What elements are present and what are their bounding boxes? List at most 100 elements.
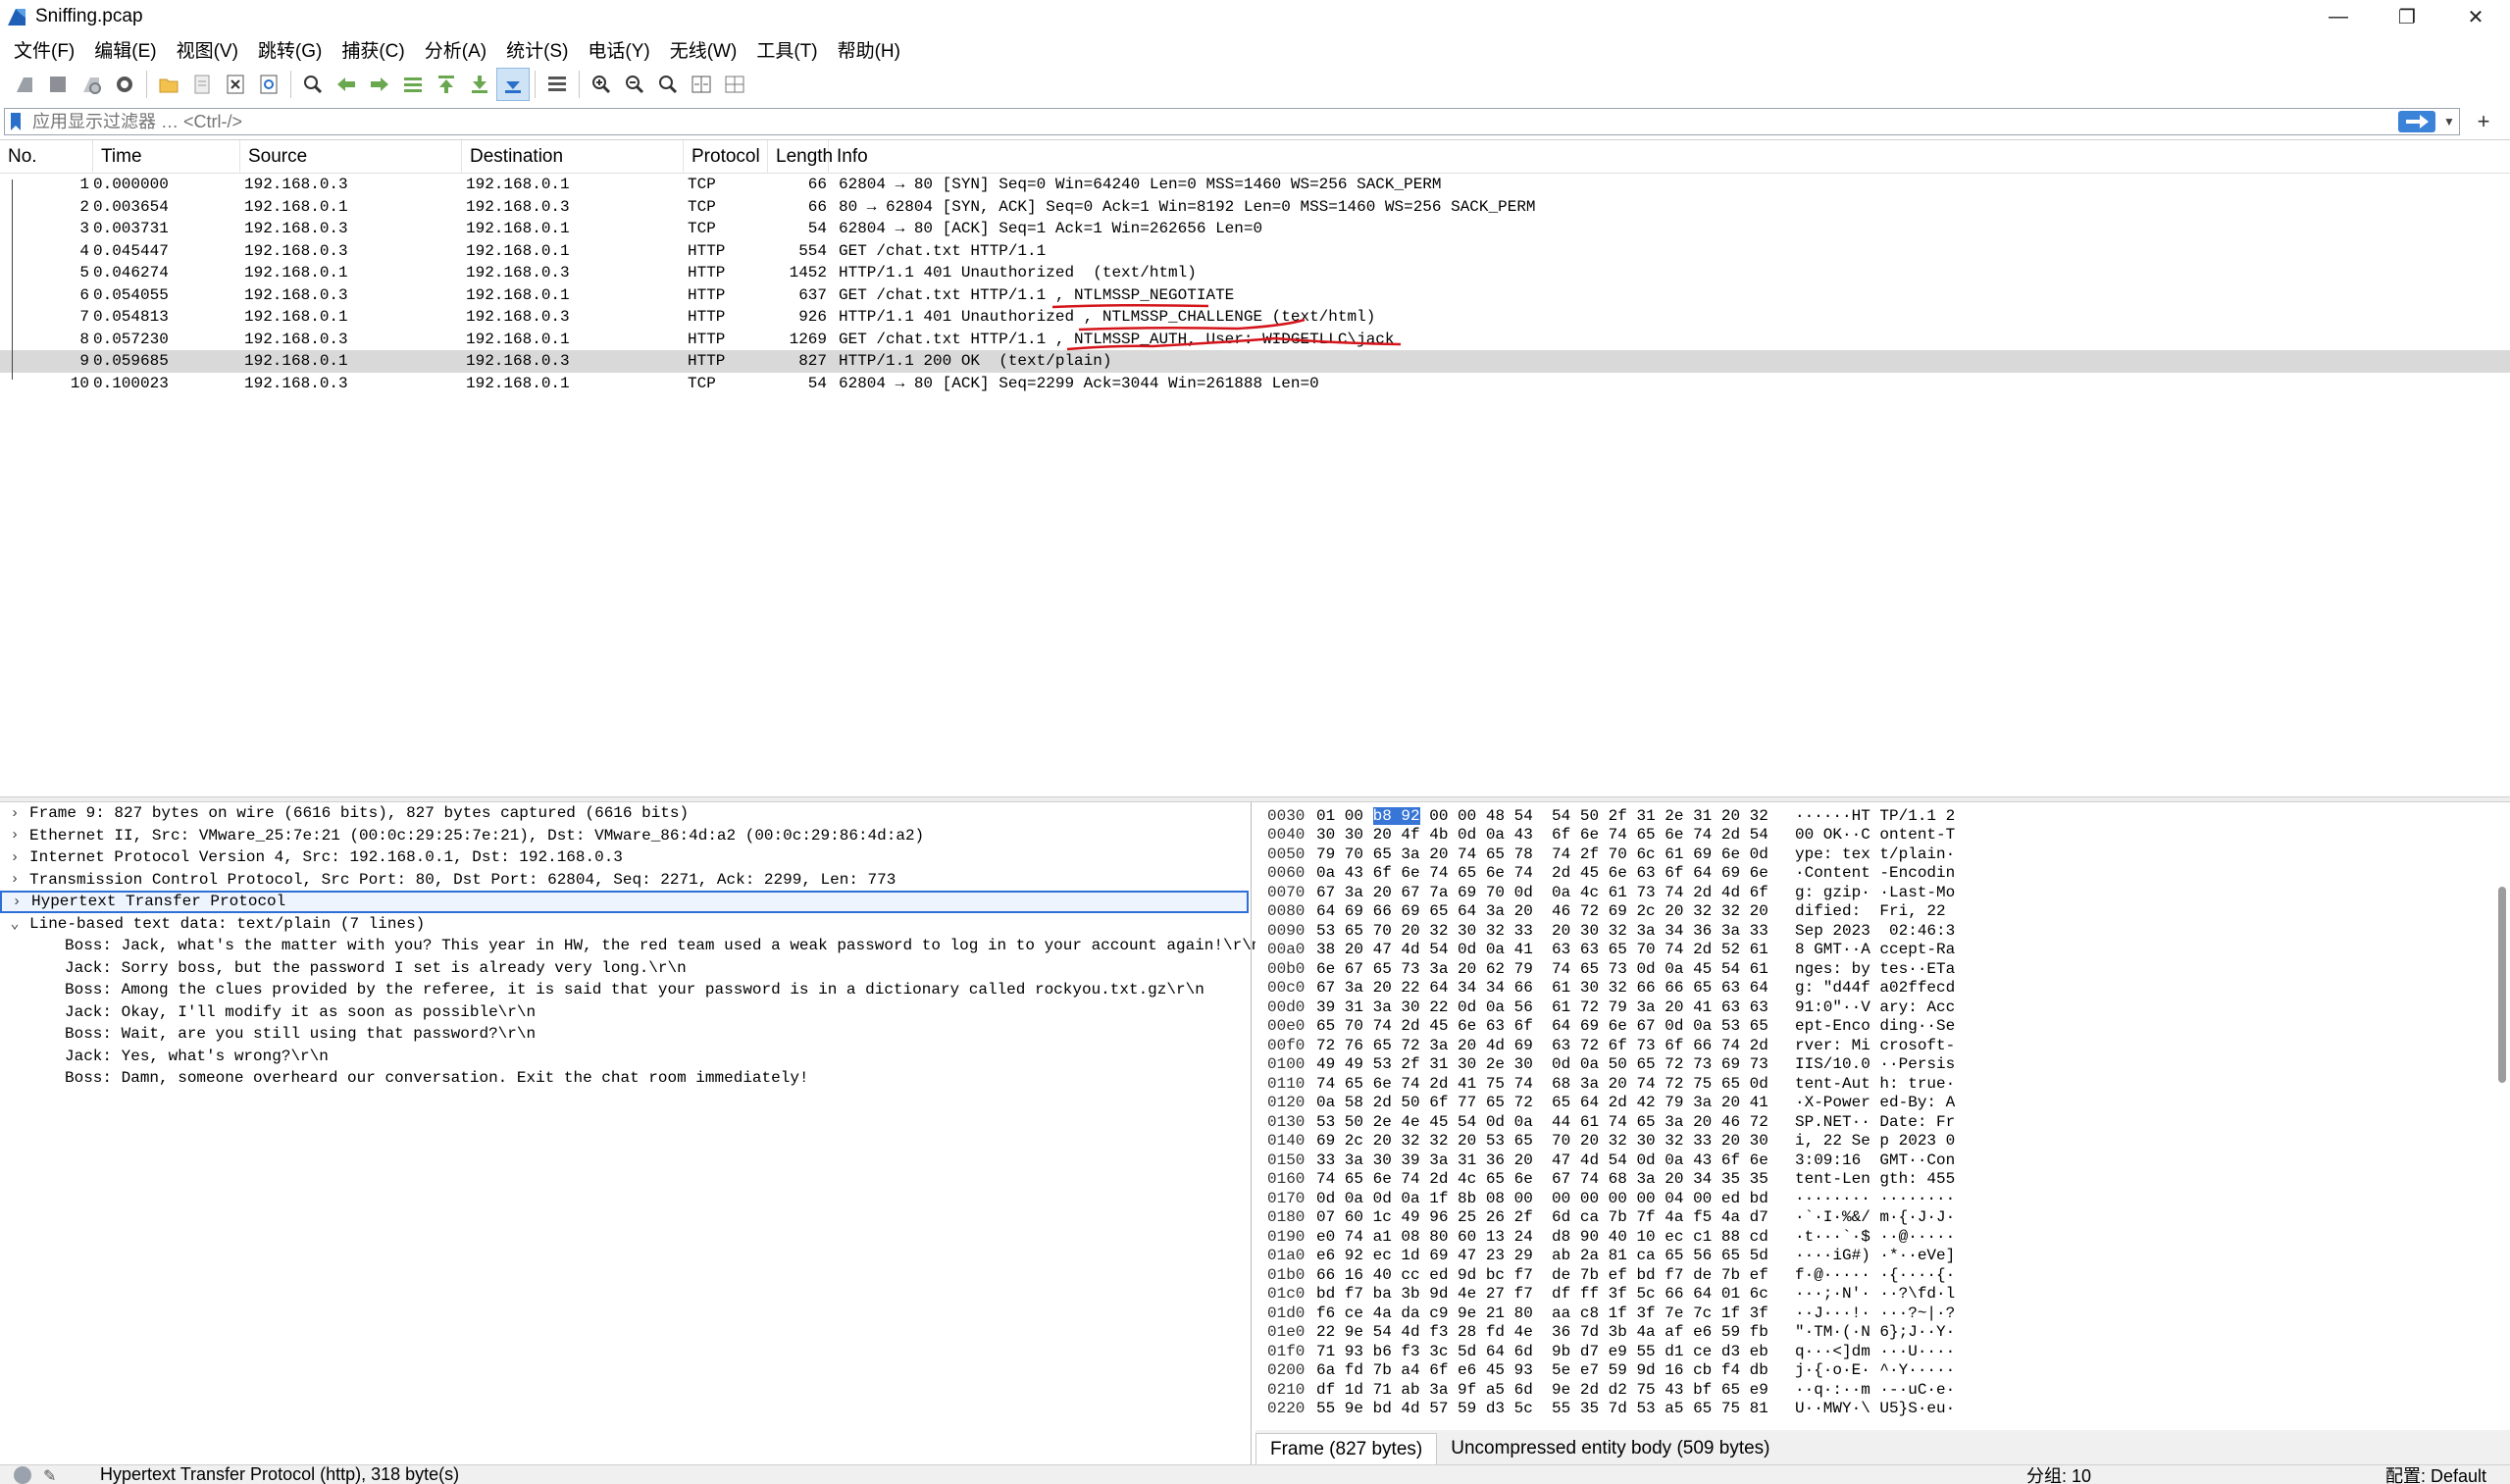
byte-row[interactable]: 0120 0a 58 2d 50 6f 77 65 72 65 64 2d 42 … <box>1255 1094 2510 1113</box>
detail-tcp[interactable]: › Transmission Control Protocol, Src Port… <box>0 869 1251 892</box>
packet-row[interactable]: 9 0.059685 192.168.0.1 192.168.0.3 HTTP 827 HT… <box>0 350 2510 373</box>
menu-analyze[interactable]: 分析(A) <box>417 36 498 63</box>
expand-chevron-right-icon[interactable]: › <box>0 849 29 866</box>
packet-row[interactable]: 10 0.100023 192.168.0.3 192.168.0.1 TCP 54 628… <box>0 373 2510 395</box>
packet-row[interactable]: 3 0.003731 192.168.0.3 192.168.0.1 TCP 54 6280… <box>0 218 2510 240</box>
go-last-packet-icon[interactable] <box>463 68 496 101</box>
status-profile[interactable]: 配置: Default <box>2385 1465 2486 1484</box>
byte-row[interactable]: 00a0 38 20 47 4d 54 0d 0a 41 63 63 65 70 … <box>1255 941 2510 960</box>
edit-comment-icon[interactable]: ✎ <box>43 1466 65 1484</box>
collapse-chevron-down-icon[interactable]: ⌄ <box>0 914 29 933</box>
packet-row[interactable]: 6 0.054055 192.168.0.3 192.168.0.1 HTTP 637 GE… <box>0 284 2510 307</box>
detail-ip[interactable]: › Internet Protocol Version 4, Src: 192.1… <box>0 846 1251 869</box>
byte-row[interactable]: 00e0 65 70 74 2d 45 6e 63 6f 64 69 6e 67 … <box>1255 1017 2510 1037</box>
text-line[interactable]: Jack: Sorry boss, but the password I set… <box>0 957 1251 980</box>
column-header-destination[interactable]: Destination <box>462 139 684 174</box>
capture-options-gear-icon[interactable] <box>108 68 141 101</box>
column-header-info[interactable]: Info <box>829 140 2510 174</box>
byte-row[interactable]: 0070 67 3a 20 67 7a 69 70 0d 0a 4c 61 73 … <box>1255 883 2510 902</box>
byte-row[interactable]: 00b0 6e 67 65 73 3a 20 62 79 74 65 73 0d … <box>1255 959 2510 979</box>
text-line[interactable]: Boss: Among the clues provided by the re… <box>0 979 1251 1001</box>
resize-columns-icon[interactable] <box>685 68 718 101</box>
byte-row[interactable]: 0030 01 00 b8 92 00 00 48 54 54 50 2f 31 … <box>1255 806 2510 826</box>
tab-uncompressed-body[interactable]: Uncompressed entity body (509 bytes) <box>1437 1433 1783 1464</box>
filter-bookmark-icon[interactable] <box>5 109 26 134</box>
byte-row[interactable]: 0140 69 2c 20 32 32 20 53 65 70 20 32 30 … <box>1255 1132 2510 1151</box>
byte-row[interactable]: 00d0 39 31 3a 30 22 0d 0a 56 61 72 79 3a … <box>1255 998 2510 1017</box>
byte-row[interactable]: 0060 0a 43 6f 6e 74 65 6e 74 2d 45 6e 63 … <box>1255 864 2510 884</box>
byte-row[interactable]: 0130 53 50 2e 4e 45 54 0d 0a 44 61 74 65 … <box>1255 1112 2510 1132</box>
byte-row[interactable]: 0090 53 65 70 20 32 30 32 33 20 30 32 3a … <box>1255 921 2510 941</box>
byte-row[interactable]: 0220 55 9e bd 4d 57 59 d3 5c 55 35 7d 53 … <box>1255 1400 2510 1419</box>
byte-row[interactable]: 01a0 e6 92 ec 1d 69 47 23 29 ab 2a 81 ca … <box>1255 1247 2510 1266</box>
packet-row[interactable]: 4 0.045447 192.168.0.3 192.168.0.1 HTTP 554 GE… <box>0 240 2510 263</box>
close-file-icon[interactable] <box>219 68 252 101</box>
menu-wireless[interactable]: 无线(W) <box>662 36 749 63</box>
zoom-out-icon[interactable] <box>618 68 651 101</box>
go-to-packet-icon[interactable] <box>396 68 430 101</box>
column-header-no[interactable]: No. <box>0 139 93 174</box>
byte-row[interactable]: 0040 30 30 20 4f 4b 0d 0a 43 6f 6e 74 65 … <box>1255 826 2510 845</box>
restart-capture-icon[interactable] <box>75 68 108 101</box>
detail-frame[interactable]: › Frame 9: 827 bytes on wire (6616 bits),… <box>0 802 1251 825</box>
byte-row[interactable]: 01c0 bd f7 ba 3b 9d 4e 27 f7 df ff 3f 5c … <box>1255 1285 2510 1305</box>
colorize-list-icon[interactable] <box>540 68 574 101</box>
column-header-time[interactable]: Time <box>93 139 240 174</box>
byte-row[interactable]: 01b0 66 16 40 cc ed 9d bc f7 de 7b ef bd … <box>1255 1265 2510 1285</box>
detail-ethernet[interactable]: › Ethernet II, Src: VMware_25:7e:21 (00:0… <box>0 825 1251 847</box>
menu-capture[interactable]: 捕获(C) <box>333 36 416 63</box>
column-header-source[interactable]: Source <box>240 139 462 174</box>
zoom-normal-icon[interactable] <box>651 68 685 101</box>
add-filter-button[interactable]: + <box>2466 108 2501 135</box>
byte-row[interactable]: 0050 79 70 65 3a 20 74 65 78 74 2f 70 6c … <box>1255 844 2510 864</box>
text-line[interactable]: Boss: Damn, someone overheard our conver… <box>0 1067 1251 1090</box>
menu-file[interactable]: 文件(F) <box>6 36 86 63</box>
stop-capture-icon[interactable] <box>41 68 75 101</box>
start-capture-fin-icon[interactable] <box>8 68 41 101</box>
detail-text-data[interactable]: ⌄ Line-based text data: text/plain (7 lin… <box>0 913 1251 936</box>
expand-chevron-right-icon[interactable]: › <box>0 805 29 822</box>
byte-row[interactable]: 01d0 f6 ce 4a da c9 9e 21 80 aa c8 1f 3f … <box>1255 1304 2510 1323</box>
close-button[interactable]: ✕ <box>2441 0 2510 33</box>
menu-tools[interactable]: 工具(T) <box>748 36 829 63</box>
go-forward-arrow-icon[interactable] <box>363 68 396 101</box>
autoscroll-icon[interactable] <box>496 68 530 101</box>
text-line[interactable]: Boss: Jack, what's the matter with you? … <box>0 935 1260 957</box>
byte-row[interactable]: 00c0 67 3a 20 22 64 34 34 66 61 30 32 66 … <box>1255 979 2510 998</box>
column-header-protocol[interactable]: Protocol <box>684 139 768 174</box>
packet-row[interactable]: 2 0.003654 192.168.0.1 192.168.0.3 TCP 66 80 →… <box>0 196 2510 219</box>
packet-row[interactable]: 5 0.046274 192.168.0.1 192.168.0.3 HTTP 1452 H… <box>0 262 2510 284</box>
menu-edit[interactable]: 编辑(E) <box>86 36 168 63</box>
byte-row[interactable]: 01e0 22 9e 54 4d f3 28 fd 4e 36 7d 3b 4a … <box>1255 1323 2510 1343</box>
byte-row[interactable]: 0180 07 60 1c 49 96 25 26 2f 6d ca 7b 7f … <box>1255 1208 2510 1228</box>
text-line[interactable]: Jack: Yes, what's wrong?\r\n <box>0 1046 1251 1068</box>
text-line[interactable]: Jack: Okay, I'll modify it as soon as po… <box>0 1001 1251 1024</box>
byte-row[interactable]: 0210 df 1d 71 ab 3a 9f a5 6d 9e 2d d2 75 … <box>1255 1380 2510 1400</box>
find-packet-icon[interactable] <box>296 68 330 101</box>
byte-row[interactable]: 0200 6a fd 7b a4 6f e6 45 93 5e e7 59 9d … <box>1255 1361 2510 1381</box>
bytes-scrollbar[interactable] <box>2498 887 2506 1083</box>
menu-telephony[interactable]: 电话(Y) <box>580 36 661 63</box>
expand-chevron-right-icon[interactable]: › <box>0 871 29 888</box>
save-file-icon[interactable] <box>185 68 219 101</box>
byte-row[interactable]: 0190 e0 74 a1 08 80 60 13 24 d8 90 40 10 … <box>1255 1227 2510 1247</box>
expand-chevron-right-icon[interactable]: › <box>0 827 29 844</box>
column-header-length[interactable]: Length <box>768 139 833 174</box>
menu-statistics[interactable]: 统计(S) <box>498 36 580 63</box>
packet-row[interactable]: 8 0.057230 192.168.0.3 192.168.0.1 HTTP 1269 G… <box>0 329 2510 351</box>
open-folder-icon[interactable] <box>152 68 185 101</box>
byte-row[interactable]: 0080 64 69 66 69 65 64 3a 20 46 72 69 2c … <box>1255 902 2510 922</box>
minimize-button[interactable]: — <box>2304 0 2373 33</box>
byte-row[interactable]: 0100 49 49 53 2f 31 30 2e 30 0d 0a 50 65 … <box>1255 1055 2510 1075</box>
menu-help[interactable]: 帮助(H) <box>830 36 912 63</box>
byte-row[interactable]: 0160 74 65 6e 74 2d 4c 65 6e 67 74 68 3a … <box>1255 1170 2510 1190</box>
byte-row[interactable]: 0110 74 65 6e 74 2d 41 75 74 68 3a 20 74 … <box>1255 1074 2510 1094</box>
tab-frame-bytes[interactable]: Frame (827 bytes) <box>1255 1433 1438 1464</box>
byte-row[interactable]: 0170 0d 0a 0d 0a 1f 8b 08 00 00 00 00 00 … <box>1255 1189 2510 1208</box>
restore-button[interactable]: ❐ <box>2373 0 2441 33</box>
filter-history-chevron-down-icon[interactable]: ▼ <box>2439 110 2459 133</box>
byte-row[interactable]: 01f0 71 93 b6 f3 3c 5d 64 6d 9b d7 e9 55 … <box>1255 1342 2510 1361</box>
packet-row[interactable]: 7 0.054813 192.168.0.1 192.168.0.3 HTTP 926 HT… <box>0 306 2510 329</box>
apply-filter-arrow-icon[interactable] <box>2398 111 2435 132</box>
text-line[interactable]: Boss: Wait, are you still using that pas… <box>0 1023 1251 1046</box>
